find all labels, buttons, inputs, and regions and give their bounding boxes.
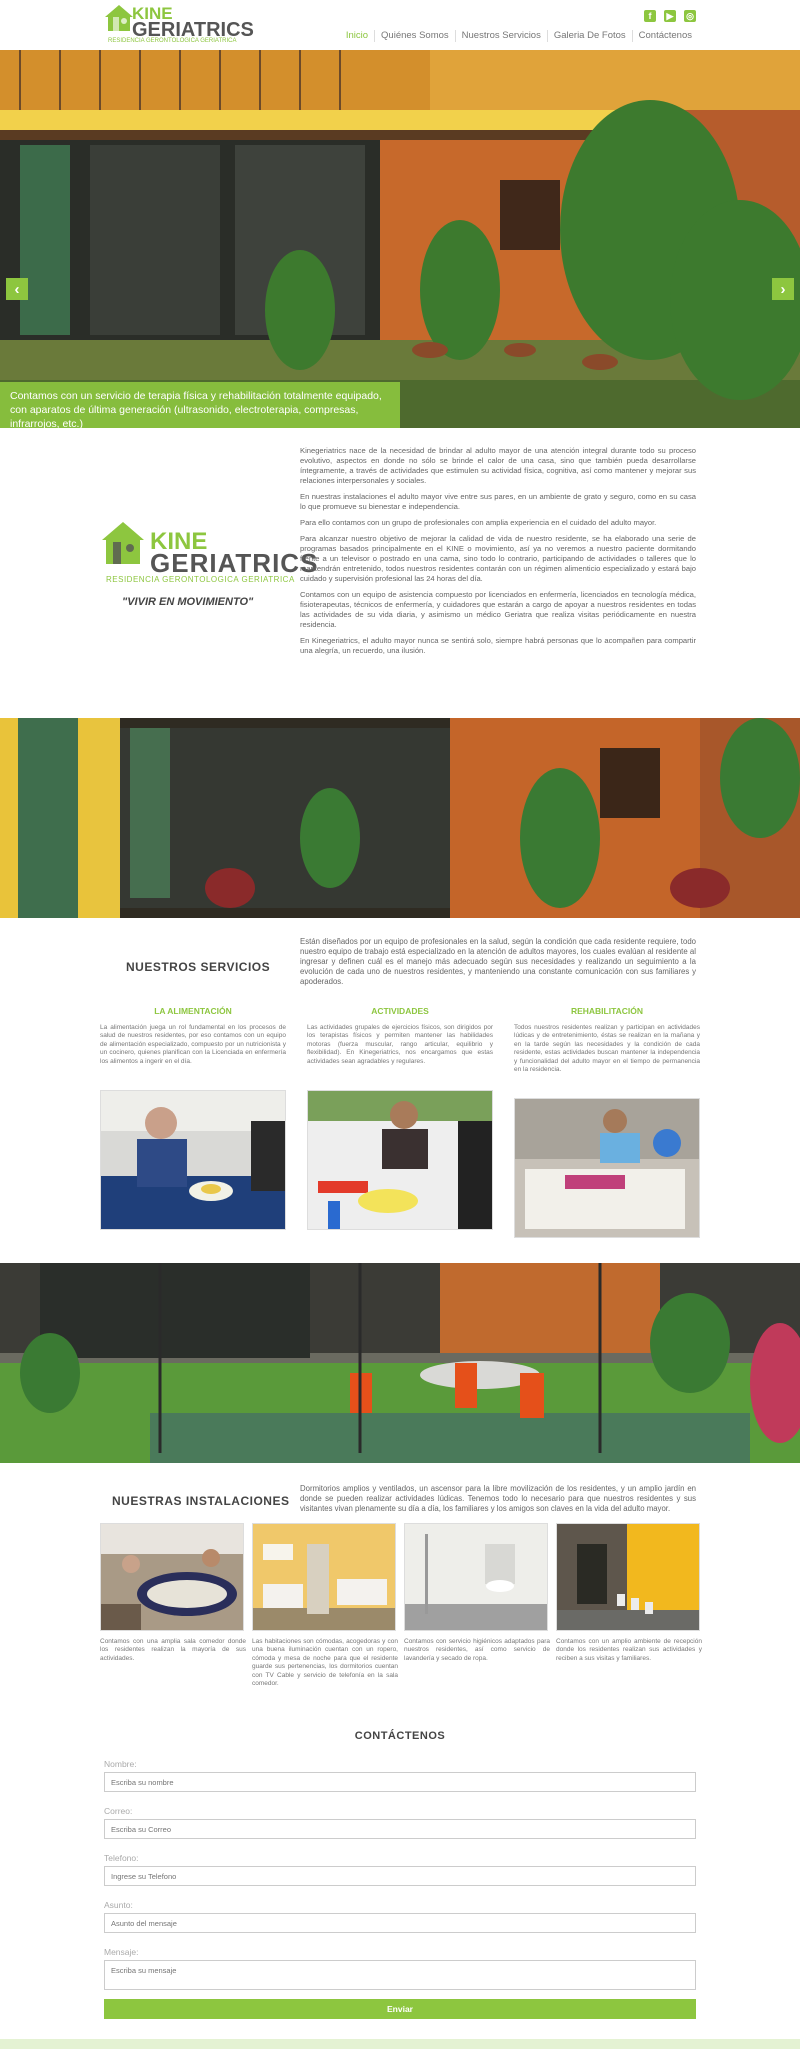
message-label: Mensaje:: [104, 1947, 139, 1957]
contact-title: CONTÁCTENOS: [354, 1730, 446, 1742]
slider-next-button[interactable]: ›: [772, 278, 794, 300]
about-section: KINE GERIATRICS RESIDENCIA GERONTOLOGICA…: [0, 428, 800, 718]
facility-text: Las habitaciones son cómodas, acogedoras…: [252, 1638, 398, 1688]
service-title: REHABILITACIÓN: [570, 1006, 644, 1016]
service-photo-rehab: [514, 1098, 700, 1238]
facility-photo-bathroom: [404, 1523, 548, 1631]
instagram-icon[interactable]: ◎: [684, 10, 696, 22]
service-photo-food: [100, 1090, 286, 1230]
house-logo-icon: [102, 522, 144, 564]
service-column-activities: ACTIVIDADES Las actividades grupales de …: [307, 1006, 493, 1066]
email-label: Correo:: [104, 1806, 133, 1816]
social-links: f ▶ ◎: [644, 10, 696, 22]
logo-geriatrics: GERIATRICS: [132, 19, 254, 41]
banner-photo: [0, 1263, 800, 1463]
nav-inicio[interactable]: Inicio: [340, 30, 374, 42]
banner-image-building: [0, 718, 800, 918]
service-title: ACTIVIDADES: [371, 1006, 429, 1016]
services-intro: Están diseñados por un equipo de profesi…: [300, 937, 696, 986]
footer-bar: [0, 2039, 800, 2049]
facility-text: Contamos con un amplio ambiente de recep…: [556, 1638, 702, 1662]
facility-photo-dining: [100, 1523, 244, 1631]
facility-photo-bedroom: [252, 1523, 396, 1631]
about-paragraph: En Kinegeriatrics, el adulto mayor nunca…: [300, 636, 696, 655]
house-logo-icon: [105, 5, 133, 31]
slider-prev-button[interactable]: ‹: [6, 278, 28, 300]
facility-photo-reception: [556, 1523, 700, 1631]
name-input[interactable]: [104, 1772, 696, 1792]
facebook-icon[interactable]: f: [644, 10, 656, 22]
about-paragraph: En nuestras instalaciones el adulto mayo…: [300, 492, 696, 511]
nav-contactenos[interactable]: Contáctenos: [631, 30, 698, 42]
main-nav: Inicio Quiénes Somos Nuestros Servicios …: [340, 30, 698, 42]
logo-wordmark: KINE GERIATRICS: [132, 5, 254, 41]
about-paragraph: Para ello contamos con un grupo de profe…: [300, 518, 657, 527]
service-text: Las actividades grupales de ejercicios f…: [307, 1024, 493, 1065]
facilities-section: NUESTRAS INSTALACIONES Dormitorios ampli…: [0, 1463, 800, 1713]
hero-slider: ‹ › Contamos con un servicio de terapia …: [0, 50, 800, 428]
hero-image: [0, 50, 800, 428]
about-logo-tagline: RESIDENCIA GERONTOLOGICA GERIATRICA: [106, 575, 295, 584]
about-text: Kinegeriatrics nace de la necesidad de b…: [300, 446, 696, 662]
nav-galeria[interactable]: Galeria De Fotos: [546, 30, 632, 42]
site-header: KINE GERIATRICS RESIDENCIA GERONTOLOGICA…: [0, 0, 800, 50]
facilities-title: NUESTRAS INSTALACIONES: [112, 1494, 290, 1508]
name-label: Nombre:: [104, 1759, 137, 1769]
facility-text: Contamos con servicio higiénicos adaptad…: [404, 1638, 550, 1662]
service-column-food: LA ALIMENTACIÓN La alimentación juega un…: [100, 1006, 286, 1066]
nav-servicios[interactable]: Nuestros Servicios: [454, 30, 547, 42]
motto: "VIVIR EN MOVIMIENTO": [122, 596, 254, 608]
nav-quienes-somos[interactable]: Quiénes Somos: [374, 30, 455, 42]
service-photo-activities: [307, 1090, 493, 1230]
facilities-intro: Dormitorios amplios y ventilados, un asc…: [300, 1484, 696, 1513]
site-logo[interactable]: KINE GERIATRICS RESIDENCIA GERONTOLOGICA…: [104, 3, 254, 47]
subject-label: Asunto:: [104, 1900, 133, 1910]
slider-caption: Contamos con un servicio de terapia físi…: [0, 382, 400, 428]
about-paragraph: Contamos con un equipo de asistencia com…: [300, 590, 696, 629]
phone-input[interactable]: [104, 1866, 696, 1886]
about-paragraph: Para alcanzar nuestro objetivo de mejora…: [300, 534, 696, 583]
about-logo: KINE GERIATRICS RESIDENCIA GERONTOLOGICA…: [100, 520, 317, 600]
email-input[interactable]: [104, 1819, 696, 1839]
banner-image-garden: [0, 1263, 800, 1463]
phone-label: Telefono:: [104, 1853, 139, 1863]
services-section: NUESTROS SERVICIOS Están diseñados por u…: [0, 918, 800, 1263]
service-text: La alimentación juega un rol fundamental…: [100, 1024, 286, 1065]
youtube-icon[interactable]: ▶: [664, 10, 676, 22]
banner-photo: [0, 718, 800, 918]
subject-input[interactable]: [104, 1913, 696, 1933]
contact-section: CONTÁCTENOS Nombre: Correo: Telefono: As…: [0, 1713, 800, 2049]
services-title: NUESTROS SERVICIOS: [126, 960, 271, 974]
about-paragraph: Kinegeriatrics nace de la necesidad de b…: [300, 446, 696, 485]
service-title: LA ALIMENTACIÓN: [154, 1006, 232, 1016]
logo-tagline: RESIDENCIA GERONTOLOGICA GERIATRICA: [108, 38, 237, 44]
send-button[interactable]: Enviar: [104, 1999, 696, 2019]
service-column-rehab: REHABILITACIÓN Todos nuestros residentes…: [514, 1006, 700, 1074]
message-textarea[interactable]: [104, 1960, 696, 1990]
service-text: Todos nuestros residentes realizan y par…: [514, 1024, 700, 1074]
facility-text: Contamos con una amplia sala comedor don…: [100, 1638, 246, 1662]
